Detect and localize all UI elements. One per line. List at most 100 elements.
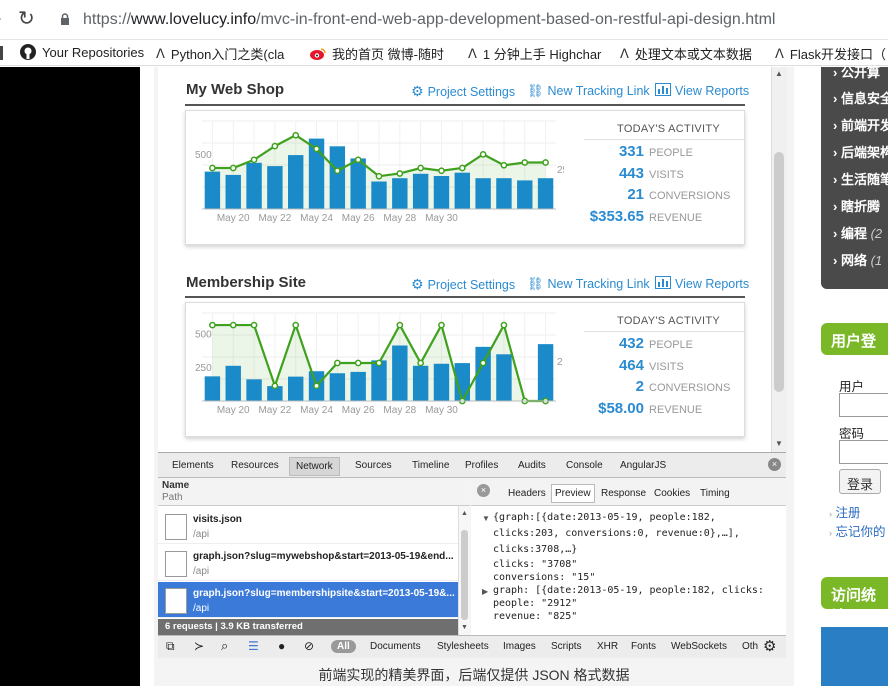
x-tick-label: May 30 (425, 213, 458, 224)
clear-icon[interactable]: ⊘ (304, 639, 314, 653)
console-icon[interactable]: ≻ (194, 639, 204, 653)
stat-label: PEOPLE (649, 147, 694, 159)
visits-count: 464 (618, 357, 644, 374)
chart-point (542, 159, 549, 166)
filter-images[interactable]: Images (503, 641, 536, 652)
forgot-password-link[interactable]: › 忘记你的 (829, 521, 886, 540)
category-item[interactable]: › 公开算 (833, 62, 880, 81)
tab-audits[interactable]: Audits (518, 460, 546, 471)
divider (584, 331, 744, 332)
close-icon[interactable]: × (477, 484, 490, 497)
chart-point (229, 321, 237, 329)
gear-icon[interactable]: ⚙ (763, 637, 776, 655)
scrollbar-thumb[interactable] (461, 530, 468, 620)
project-settings-link[interactable]: ⚙ Project Settings (411, 276, 515, 293)
view-reports-link[interactable]: View Reports (655, 276, 749, 292)
column-name[interactable]: Name (162, 480, 189, 491)
search-icon[interactable]: ⌕ (221, 638, 228, 654)
list-scrollbar[interactable]: ▲ ▼ (458, 506, 470, 635)
tab-headers[interactable]: Headers (508, 488, 546, 499)
filter-documents[interactable]: Documents (370, 641, 421, 652)
category-item[interactable]: › 前端开发 (833, 115, 888, 134)
category-item[interactable]: › 后端架构 (833, 142, 888, 161)
apps-icon[interactable] (0, 46, 3, 60)
close-icon[interactable]: × (768, 458, 781, 471)
stat-label: PEOPLE (649, 339, 694, 351)
tab-preview[interactable]: Preview (551, 484, 595, 503)
activity-people: 331 PEOPLE (584, 143, 693, 160)
json-line: revenue: "825" (493, 611, 578, 622)
list-item[interactable]: graph.json?slug=mywebshop&start=2013-05-… (158, 545, 458, 581)
chart-bar (537, 344, 554, 401)
tab-timing[interactable]: Timing (700, 488, 730, 499)
scroll-down-icon[interactable]: ▼ (775, 439, 783, 448)
activity-heading: TODAY'S ACTIVITY (617, 123, 721, 135)
bookmark-item[interactable]: ᐱ 1 分钟上手 Highchar (468, 44, 601, 63)
tab-angularjs[interactable]: AngularJS (620, 460, 666, 471)
tab-sources[interactable]: Sources (355, 460, 392, 471)
reload-icon[interactable]: ↻ (18, 6, 35, 31)
tab-network[interactable]: Network (289, 457, 340, 476)
tab-response[interactable]: Response (601, 488, 646, 499)
url-host: www.lovelucy.info (131, 11, 257, 28)
filter-xhr[interactable]: XHR (597, 641, 618, 652)
filter-all[interactable]: All (331, 640, 356, 653)
chart-bar (412, 173, 429, 209)
category-label: 编程 (840, 226, 867, 241)
category-item[interactable]: › 生活随笔 (833, 169, 888, 188)
tab-profiles[interactable]: Profiles (465, 460, 498, 471)
category-item[interactable]: › 编程 (2 (833, 223, 882, 242)
filter-stylesheets[interactable]: Stylesheets (437, 641, 489, 652)
scroll-down-icon[interactable]: ▼ (461, 624, 468, 631)
project-settings-link[interactable]: ⚙ Project Settings (411, 83, 515, 100)
bookmark-item[interactable]: ᐱ 处理文本或文本数据 (620, 44, 752, 63)
bookmark-item[interactable]: ᐱ Flask开发接口（ (775, 44, 886, 63)
record-icon[interactable]: ● (278, 639, 285, 653)
tab-console[interactable]: Console (566, 460, 603, 471)
list-view-icon[interactable]: ☰ (248, 639, 259, 653)
filter-fonts[interactable]: Fonts (631, 641, 656, 652)
view-reports-link[interactable]: View Reports (655, 83, 749, 99)
x-tick-label: May 26 (342, 213, 375, 224)
x-tick-label: May 24 (300, 405, 333, 416)
chart-point (396, 170, 404, 177)
expand-arrow-icon[interactable]: ▼ (482, 514, 490, 523)
chart-point (250, 156, 258, 164)
new-tracking-link[interactable]: ⛓ New Tracking Link (527, 276, 650, 292)
bookmark-item[interactable]: Your Repositories (20, 44, 144, 60)
scroll-up-icon[interactable]: ▲ (461, 510, 468, 517)
category-item[interactable]: › 信息安全 (833, 88, 888, 107)
filter-websockets[interactable]: WebSockets (671, 641, 727, 652)
lock-icon[interactable] (60, 13, 70, 25)
chart-point (417, 164, 424, 172)
url-input[interactable]: https://www.lovelucy.info/mvc-in-front-e… (83, 11, 775, 29)
new-tracking-link[interactable]: ⛓ New Tracking Link (527, 83, 650, 99)
list-item[interactable]: visits.json /api (158, 508, 458, 544)
chart-point (334, 359, 341, 367)
filter-other[interactable]: Oth (742, 641, 758, 652)
category-item[interactable]: › 网络 (1 (833, 250, 882, 269)
collapse-arrow-icon[interactable]: ▶ (482, 587, 488, 596)
category-item[interactable]: › 瞎折腾 (833, 196, 880, 215)
scrollbar-thumb[interactable] (774, 152, 784, 392)
chart-bar (350, 371, 366, 401)
register-link[interactable]: › 注册 (829, 502, 861, 521)
bookmark-item[interactable]: 我的首页 微博-随时 (310, 44, 444, 63)
bookmark-item[interactable]: ᐱ Python入门之类(cla (156, 44, 284, 63)
tab-timeline[interactable]: Timeline (412, 460, 449, 471)
list-item-selected[interactable]: graph.json?slug=membershipsite&start=201… (158, 582, 458, 618)
tab-resources[interactable]: Resources (231, 460, 279, 471)
tab-elements[interactable]: Elements (172, 460, 214, 471)
tab-cookies[interactable]: Cookies (654, 488, 690, 499)
revenue-amount: $58.00 (598, 400, 644, 417)
password-field[interactable] (839, 440, 888, 464)
login-button[interactable]: 登录 (839, 469, 881, 494)
json-line: {graph:[{date:2013-05-19, people:182, (493, 512, 716, 523)
dock-icon[interactable]: ⧉ (166, 639, 175, 654)
filter-scripts[interactable]: Scripts (551, 641, 582, 652)
stats-card: May 20 May 22 May 24 May 26 May 28 May 30 500 2… (185, 110, 745, 245)
forward-icon[interactable]: › (0, 10, 1, 28)
username-field[interactable] (839, 393, 888, 417)
scroll-up-icon[interactable]: ▲ (775, 69, 783, 78)
chart-bar (246, 379, 262, 401)
